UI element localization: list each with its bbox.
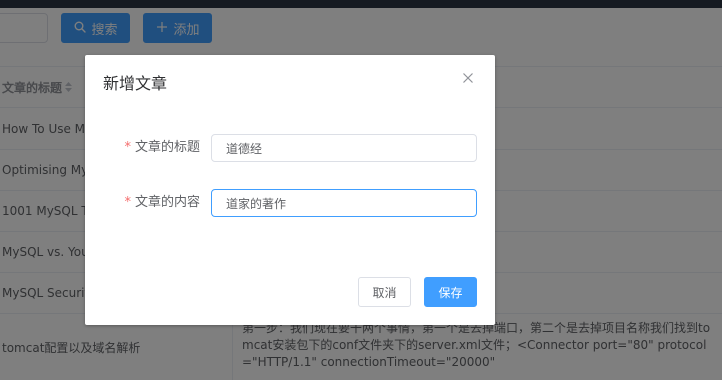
required-asterisk: * [124,140,131,155]
add-article-dialog: 新增文章 *文章的标题 *文章的内容 取消 保存 [85,55,495,325]
form-item-title: * 文章的标题 [85,134,495,162]
cancel-button[interactable]: 取消 [358,277,411,307]
dialog-title: 新增文章 [103,74,168,93]
dialog-footer: 取消 保存 [358,277,477,307]
form-item-content: * 文章的内容 [85,189,495,217]
title-input[interactable] [211,134,477,162]
close-icon[interactable] [461,72,475,86]
title-field-label-text: 文章的标题 [134,140,200,155]
content-input[interactable] [211,189,477,217]
required-asterisk: * [124,195,131,210]
content-field-label-text: 文章的内容 [134,195,200,210]
save-button[interactable]: 保存 [424,277,477,307]
title-field-label: * 文章的标题 [124,134,200,162]
content-field-label: * 文章的内容 [124,189,200,217]
